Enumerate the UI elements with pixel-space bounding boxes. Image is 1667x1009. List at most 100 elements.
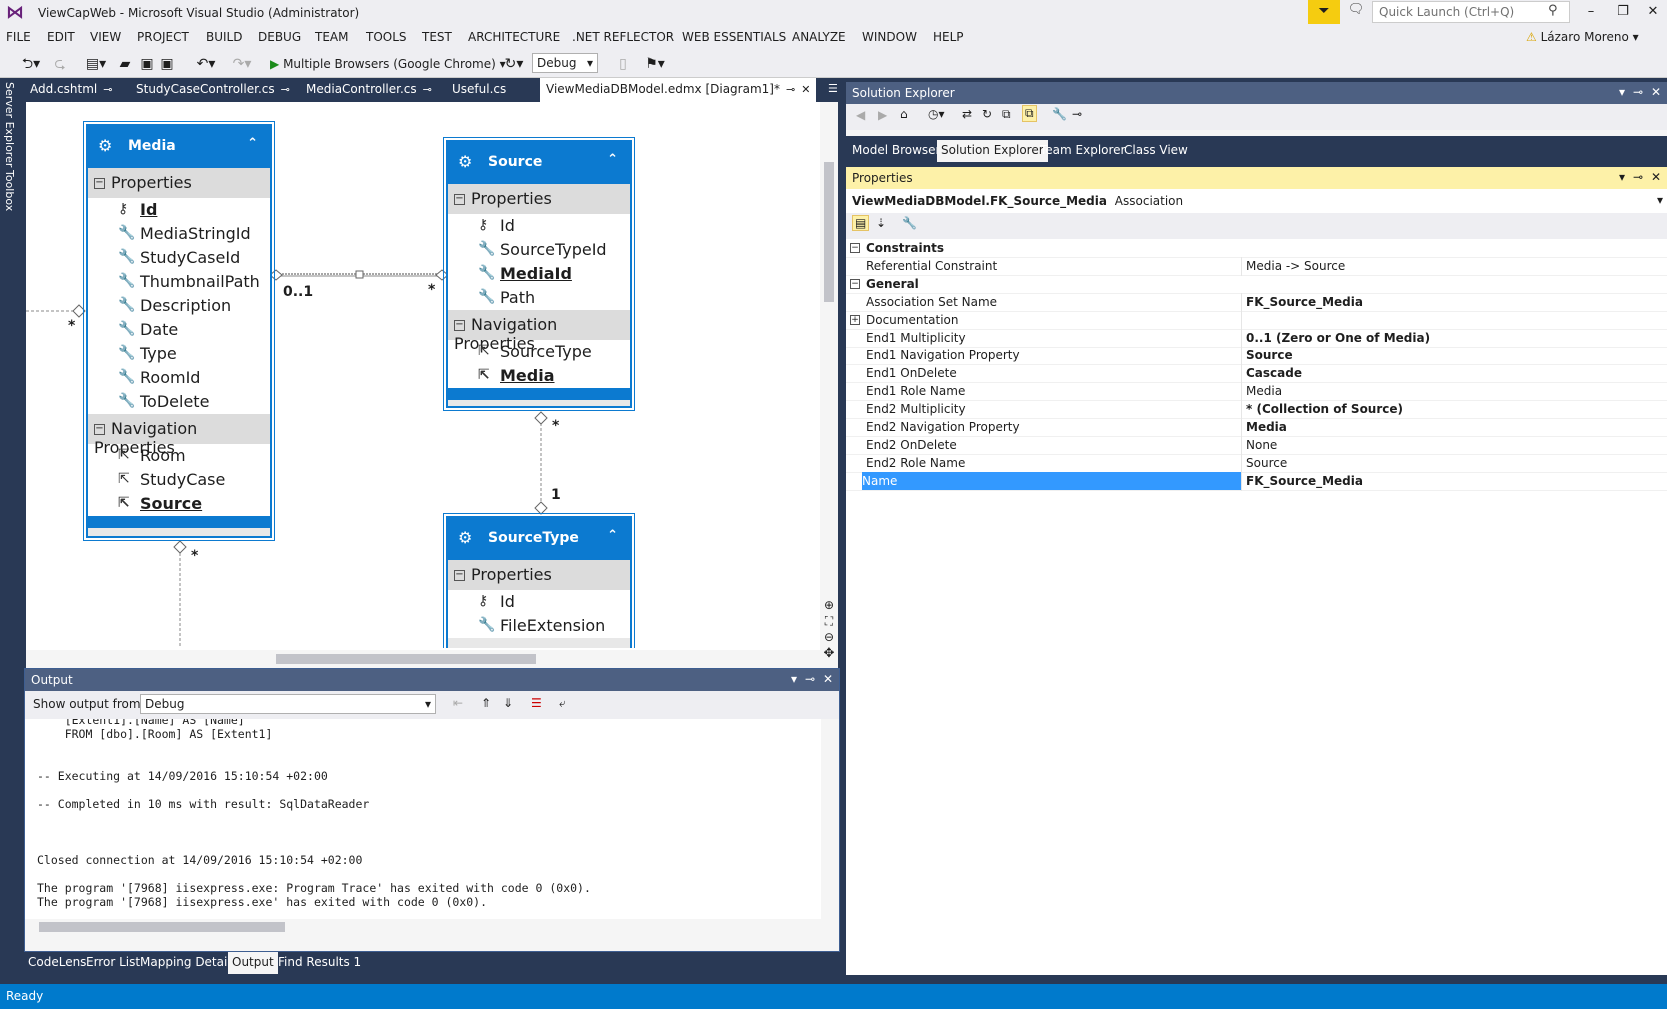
clear-all-icon[interactable]: ☰ [531,696,542,710]
property-row[interactable]: End1 Multiplicity 0..1 (Zero or One of Me… [846,328,1667,348]
tab-find-results[interactable]: Find Results 1 [274,955,365,969]
entity-source[interactable]: ⚙ Source ⌃ − Properties ⚷ Id 🔧 SourceTypeId 🔧… [443,137,635,411]
property-id[interactable]: ⚷ Id [88,198,270,222]
close-icon[interactable]: ✕ [1651,170,1661,184]
property-row[interactable]: End1 OnDelete Cascade [846,364,1667,384]
property-roomid[interactable]: 🔧 RoomId [88,366,270,390]
home-icon[interactable]: ⌂ [900,107,908,121]
user-account[interactable]: ⚠ Lázaro Moreno ▾ [1526,30,1639,44]
collapse-box-icon[interactable]: − [94,424,105,435]
nav-media[interactable]: ⇱ Media [448,364,630,388]
entity-media[interactable]: ⚙ Media ⌃ − Properties ⚷ Id 🔧 MediaStringId 🔧… [83,121,275,541]
menu-window[interactable]: WINDOW [862,30,917,44]
collapse-box-icon[interactable]: − [850,243,860,253]
next-message-icon[interactable]: ⇓ [503,696,513,710]
show-all-files-icon[interactable]: ⧉ [1022,105,1037,122]
property-row[interactable]: Referential Constraint Media -> Source [846,256,1667,276]
property-value[interactable]: * (Collection of Source) [1246,402,1403,416]
window-dropdown-icon[interactable]: ▾ [1619,170,1625,184]
column-divider[interactable] [1241,435,1242,455]
property-row[interactable]: End2 OnDelete None [846,435,1667,455]
notification-flag-icon[interactable]: ⏷ [1308,0,1340,24]
output-vertical-scrollbar[interactable] [821,719,839,919]
object-selector[interactable]: ViewMediaDBModel.FK_Source_Media Associa… [846,189,1667,213]
pin-icon[interactable]: ⊸ [1633,170,1643,184]
property-category[interactable]: − General [846,275,1667,294]
pin-icon[interactable]: ⊸ [1633,85,1643,99]
property-thumbnailpath[interactable]: 🔧 ThumbnailPath [88,270,270,294]
column-divider[interactable] [1241,292,1242,312]
property-id[interactable]: ⚷ Id [448,590,630,614]
collapse-box-icon[interactable]: − [454,194,465,205]
property-path[interactable]: 🔧 Path [448,286,630,310]
output-text[interactable]: [Extent1].[Name] AS [Name] FROM [dbo].[R… [25,719,821,919]
close-icon[interactable]: ✕ [823,672,833,686]
tab-error-list[interactable]: Error List [82,955,144,969]
property-value[interactable]: FK_Source_Media [1246,474,1363,488]
property-row[interactable]: End2 Multiplicity * (Collection of Source… [846,400,1667,420]
properties-section[interactable]: − Properties [88,168,270,198]
back-icon[interactable]: ◀ [856,108,865,122]
property-sourcetypeid[interactable]: 🔧 SourceTypeId [448,238,630,262]
property-value[interactable]: Cascade [1246,366,1302,380]
property-id[interactable]: ⚷ Id [448,214,630,238]
property-row[interactable]: End1 Navigation Property Source [846,346,1667,366]
property-value[interactable]: FK_Source_Media [1246,295,1363,309]
nav-sourcetype[interactable]: ⇱ SourceType [448,340,630,364]
tab-solution-explorer[interactable]: Solution Explorer [937,140,1048,162]
property-studycaseid[interactable]: 🔧 StudyCaseId [88,246,270,270]
entity-header[interactable]: ⚙ Source ⌃ [448,142,630,184]
close-icon[interactable]: ✕ [1651,85,1661,99]
column-divider[interactable] [1241,400,1242,420]
column-divider[interactable] [1241,346,1242,366]
properties-wrench-icon[interactable]: 🔧 [1052,107,1067,121]
refresh-icon[interactable]: ↻ [982,107,992,121]
collapse-box-icon[interactable]: − [850,278,860,289]
navigation-section[interactable]: − Navigation Properties [448,310,630,353]
properties-section[interactable]: − Properties [448,560,630,590]
property-value[interactable]: Media -> Source [1246,259,1345,273]
minimize-icon[interactable]: – [1578,2,1604,22]
properties-section[interactable]: − Properties [448,184,630,214]
property-value[interactable]: Media [1246,384,1282,398]
column-divider[interactable] [1241,364,1242,384]
search-icon[interactable]: ⚲ [1548,3,1558,18]
window-dropdown-icon[interactable]: ▾ [791,672,797,686]
previous-message-icon[interactable]: ⇑ [481,696,491,710]
tab-team-explorer[interactable]: Team Explorer [1040,143,1126,157]
tab-model-browser[interactable]: Model Browser [852,143,940,157]
tab-mapping-details[interactable]: Mapping Details [136,955,241,969]
categorized-icon[interactable]: ▤ [852,215,870,231]
word-wrap-icon[interactable]: ⤶ [559,696,566,711]
property-row[interactable]: End2 Navigation Property Media [846,418,1667,437]
alphabetical-icon[interactable]: ⇣ [876,216,886,230]
property-fileextension[interactable]: 🔧 FileExtension [448,614,630,638]
property-value[interactable]: Source [1246,456,1287,470]
property-description[interactable]: 🔧 Description [88,294,270,318]
entity-header[interactable]: ⚙ Media ⌃ [88,126,270,168]
property-value[interactable]: Media [1246,420,1287,434]
property-pages-icon[interactable]: 🔧 [902,216,917,230]
property-row[interactable]: End1 Role Name Media [846,382,1667,402]
nav-source[interactable]: ⇱ Source [88,492,270,516]
property-date[interactable]: 🔧 Date [88,318,270,342]
collapse-box-icon[interactable]: − [454,570,465,581]
property-row[interactable]: Association Set Name FK_Source_Media [846,292,1667,312]
column-divider[interactable] [1241,310,1242,330]
quick-launch-input[interactable]: Quick Launch (Ctrl+Q) [1372,1,1570,23]
nav-room[interactable]: ⇱ Room [88,444,270,468]
output-horizontal-scrollbar[interactable] [25,919,821,935]
preview-icon[interactable]: ⊸ [1072,107,1082,121]
menu-help[interactable]: HELP [933,30,964,44]
property-mediastringid[interactable]: 🔧 MediaStringId [88,222,270,246]
collapse-box-icon[interactable]: − [94,178,105,189]
output-source-select[interactable]: Debug ▾ [140,694,436,714]
sync-icon[interactable]: ⇄ [962,107,972,121]
restore-icon[interactable]: ❐ [1610,2,1636,22]
column-divider[interactable] [1241,256,1242,276]
property-type[interactable]: 🔧 Type [88,342,270,366]
history-icon[interactable]: ◷▾ [928,107,945,121]
close-icon[interactable]: ✕ [1640,2,1666,22]
collapse-icon[interactable]: ⌃ [607,152,618,167]
collapse-all-icon[interactable]: ⧉ [1002,107,1011,122]
